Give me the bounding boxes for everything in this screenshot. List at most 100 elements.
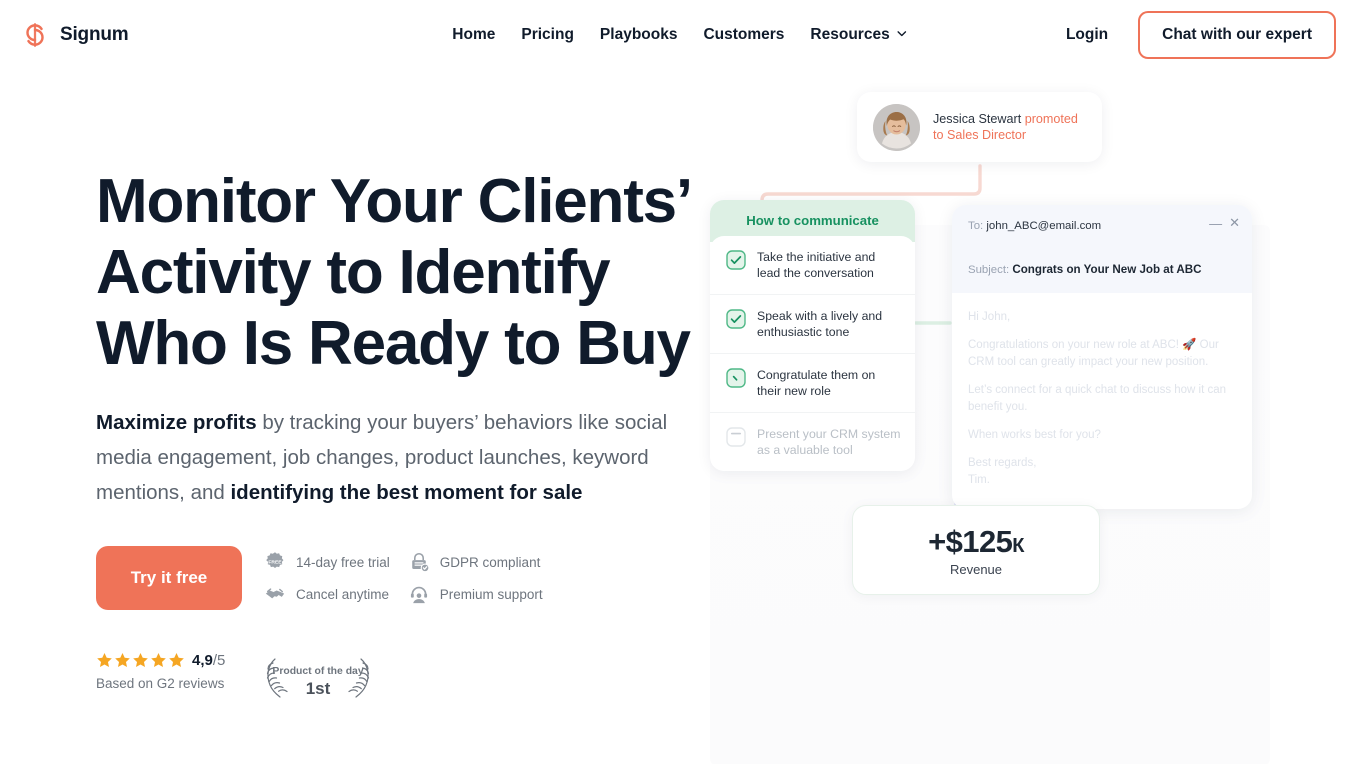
- illustration-cards: Jessica Stewart promoted to Sales Direct…: [700, 70, 1360, 670]
- free-badge-icon: FREE: [264, 551, 286, 573]
- social-proof-row: 4,9/5 Based on G2 reviews Product of the…: [96, 652, 700, 704]
- laurel-wreath-icon: Product of the day 1st: [267, 658, 370, 698]
- revenue-value: +$125К: [928, 524, 1024, 560]
- try-it-free-button[interactable]: Try it free: [96, 546, 242, 610]
- minimize-icon[interactable]: —: [1209, 216, 1222, 231]
- svg-text:FREE: FREE: [268, 559, 282, 565]
- badge-title-text: Product of the day: [273, 666, 364, 677]
- rating-score: 4,9: [192, 652, 213, 669]
- notification-person-name: Jessica Stewart: [933, 112, 1022, 126]
- handshake-icon: [264, 583, 286, 605]
- email-body-line: Best regards,: [968, 457, 1037, 469]
- stars-line: 4,9/5: [96, 652, 225, 669]
- rating-block: 4,9/5 Based on G2 reviews: [96, 652, 225, 691]
- revenue-card: +$125К Revenue: [852, 505, 1100, 595]
- checkbox-checked-icon[interactable]: [726, 250, 746, 270]
- revenue-label: Revenue: [949, 561, 1003, 577]
- email-header: — ✕ To: john_ABC@email.com Subject: Cong…: [952, 205, 1252, 293]
- email-compose-card: — ✕ To: john_ABC@email.com Subject: Cong…: [952, 205, 1252, 509]
- nav-link-resources[interactable]: Resources: [810, 26, 907, 44]
- nav-link-customers[interactable]: Customers: [703, 26, 784, 44]
- star-icon: [115, 653, 130, 668]
- badge-rank-text: 1st: [306, 679, 331, 698]
- email-window-controls: — ✕: [1209, 215, 1240, 231]
- brand-name: Signum: [60, 24, 129, 45]
- star-icon: [169, 653, 184, 668]
- checklist-item-label: Speak with a lively and enthusiastic ton…: [757, 309, 883, 339]
- perk-free-trial: FREE 14-day free trial: [264, 551, 390, 573]
- checklist-item[interactable]: Congratulate them on their new role: [710, 354, 915, 413]
- checklist-items: Take the initiative and lead the convers…: [710, 236, 915, 471]
- perk-cancel-anytime-label: Cancel anytime: [296, 586, 390, 602]
- star-icon: [151, 653, 166, 668]
- perk-cancel-anytime: Cancel anytime: [264, 583, 390, 605]
- rating-source: Based on G2 reviews: [96, 676, 225, 691]
- checklist-item[interactable]: Speak with a lively and enthusiastic ton…: [710, 295, 915, 354]
- chevron-down-icon: [897, 26, 908, 44]
- notification-text: Jessica Stewart promoted to Sales Direct…: [933, 111, 1086, 143]
- perk-free-trial-label: 14-day free trial: [296, 554, 390, 570]
- checkbox-unchecked-icon[interactable]: [726, 427, 746, 447]
- hero-cta-row: Try it free FREE 14-day free trial GDPR …: [96, 546, 700, 610]
- chat-with-expert-button[interactable]: Chat with our expert: [1138, 11, 1336, 59]
- star-icon: [97, 653, 112, 668]
- nav-link-customers-label: Customers: [703, 26, 785, 43]
- nav-links: Home Pricing Playbooks Customers Resourc…: [452, 26, 907, 44]
- signum-s-logo-icon: [20, 20, 50, 50]
- star-icon: [133, 653, 148, 668]
- checklist-item[interactable]: Present your CRM system as a valuable to…: [710, 413, 915, 471]
- nav-link-home[interactable]: Home: [452, 26, 495, 44]
- nav-right-actions: Login Chat with our expert: [1066, 11, 1336, 59]
- page-title: Monitor Your Clients’ Activity to Identi…: [96, 167, 691, 378]
- lock-check-icon: [408, 551, 430, 573]
- email-subject-value: Congrats on Your New Job at ABC: [1012, 263, 1202, 276]
- headset-support-icon: [408, 583, 430, 605]
- nav-link-resources-label: Resources: [810, 26, 890, 43]
- nav-link-home-label: Home: [452, 26, 496, 43]
- avatar-photo-icon: [873, 103, 920, 151]
- checkbox-checking-icon[interactable]: [726, 368, 746, 388]
- star-rating: [96, 652, 185, 669]
- email-body-line: Let’s connect for a quick chat to discus…: [968, 384, 1227, 413]
- email-subject-row: Subject: Congrats on Your New Job at ABC: [968, 261, 1236, 279]
- nav-link-playbooks[interactable]: Playbooks: [600, 26, 678, 44]
- login-link[interactable]: Login: [1066, 26, 1108, 44]
- nav-link-pricing[interactable]: Pricing: [521, 26, 574, 44]
- checklist-item-label: Present your CRM system as a valuable to…: [757, 427, 901, 457]
- nav-link-playbooks-label: Playbooks: [599, 26, 678, 43]
- hero-subtitle-bold-tail: identifying the best moment for sale: [230, 481, 583, 504]
- revenue-unit: К: [1012, 534, 1024, 557]
- checklist-item-label: Take the initiative and lead the convers…: [757, 250, 876, 280]
- hero-perks-list: FREE 14-day free trial GDPR compliant Ca…: [264, 551, 543, 605]
- hero-left-column: Monitor Your Clients’ Activity to Identi…: [0, 70, 700, 704]
- hero-subtitle-bold-lead: Maximize profits: [96, 411, 257, 434]
- email-body-line: Hi John,: [968, 311, 1011, 323]
- close-icon[interactable]: ✕: [1229, 215, 1240, 231]
- perk-gdpr: GDPR compliant: [408, 551, 543, 573]
- notification-card[interactable]: Jessica Stewart promoted to Sales Direct…: [857, 92, 1102, 162]
- email-subject-label: Subject:: [968, 264, 1010, 276]
- hero-illustration: Jessica Stewart promoted to Sales Direct…: [700, 70, 1360, 764]
- rating-value: 4,9/5: [192, 652, 225, 669]
- avatar: [873, 103, 920, 151]
- checkbox-checked-icon[interactable]: [726, 309, 746, 329]
- email-body-line: Congratulations on your new role at ABC!…: [968, 339, 1219, 368]
- revenue-amount: +$125: [928, 523, 1013, 559]
- hero-section: Monitor Your Clients’ Activity to Identi…: [0, 70, 1360, 764]
- email-to-label: To:: [968, 220, 984, 232]
- product-of-the-day-badge: Product of the day 1st: [253, 652, 383, 704]
- perk-premium-support-label: Premium support: [439, 586, 543, 602]
- hero-subtitle: Maximize profits by tracking your buyers…: [96, 405, 671, 510]
- brand-logo[interactable]: Signum: [20, 20, 129, 50]
- email-body[interactable]: Hi John, Congratulations on your new rol…: [952, 293, 1252, 509]
- checklist-item[interactable]: Take the initiative and lead the convers…: [710, 236, 915, 295]
- email-to-row: To: john_ABC@email.com: [968, 218, 1236, 235]
- top-navigation-bar: Signum Home Pricing Playbooks Customers …: [0, 0, 1360, 70]
- email-body-line: Tim.: [968, 474, 990, 486]
- email-to-value: john_ABC@email.com: [986, 220, 1102, 232]
- checklist-card: How to communicate Take the initiative a…: [710, 200, 915, 471]
- perk-premium-support: Premium support: [408, 583, 543, 605]
- nav-link-pricing-label: Pricing: [521, 26, 574, 43]
- rating-out-of: /5: [212, 652, 226, 669]
- perk-gdpr-label: GDPR compliant: [439, 554, 541, 570]
